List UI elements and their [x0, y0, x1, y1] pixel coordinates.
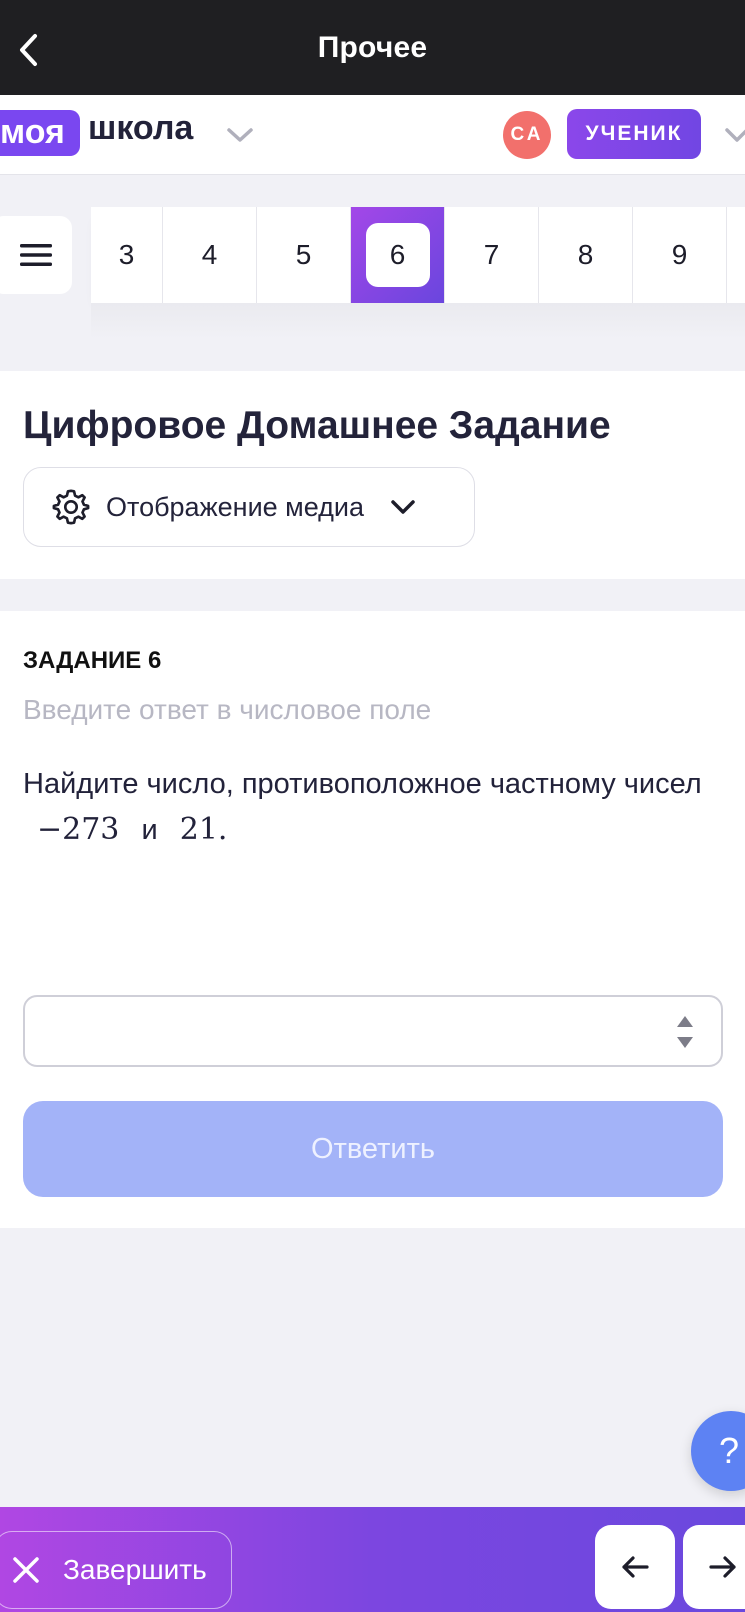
arrow-right-icon: [709, 1556, 736, 1578]
task-number-8[interactable]: 8: [539, 207, 633, 303]
finish-label: Завершить: [63, 1554, 207, 1585]
question-and: и: [141, 814, 158, 846]
answer-number-field[interactable]: [23, 995, 723, 1067]
task-number-3[interactable]: 3: [91, 207, 163, 303]
task-number-5[interactable]: 5: [257, 207, 351, 303]
logo-word: школа: [88, 109, 194, 147]
page-title: Прочее: [317, 31, 428, 64]
previous-task-button[interactable]: [595, 1525, 675, 1609]
task-card: ЗАДАНИЕ 6 Введите ответ в числовое поле …: [0, 611, 745, 1228]
answer-input[interactable]: [25, 997, 665, 1065]
submit-answer-button[interactable]: Ответить: [23, 1101, 723, 1197]
hamburger-icon: [20, 244, 52, 266]
role-button[interactable]: УЧЕНИК: [567, 109, 701, 159]
strip-shadow: [91, 303, 745, 339]
help-button[interactable]: ?: [691, 1411, 745, 1491]
task-number-9[interactable]: 9: [633, 207, 727, 303]
chevron-down-icon[interactable]: [226, 125, 254, 145]
chevron-down-icon: [391, 500, 415, 514]
finish-button[interactable]: Завершить: [0, 1531, 232, 1609]
stepper-arrows-icon[interactable]: [675, 1013, 695, 1051]
task-question: Найдите число, противоположное частному …: [23, 761, 703, 853]
media-display-dropdown[interactable]: Отображение медиа: [23, 467, 475, 547]
close-icon: [13, 1557, 39, 1583]
app-screen: Прочее моя школа СА УЧЕНИК 3 4 5 6 7 8 9…: [0, 0, 745, 1612]
math-value-2: 21.: [179, 812, 228, 847]
task-hint: Введите ответ в числовое поле: [23, 694, 432, 725]
task-number-6-active[interactable]: 6: [351, 207, 445, 303]
homework-header-card: Цифровое Домашнее Задание Отображение ме…: [0, 371, 745, 579]
gear-icon: [52, 489, 90, 525]
question-text: Найдите число, противоположное частному …: [23, 768, 702, 800]
arrow-left-icon: [622, 1556, 649, 1578]
next-task-button[interactable]: [683, 1525, 745, 1609]
bottom-action-bar: Завершить: [0, 1507, 745, 1612]
task-number-strip: 3 4 5 6 7 8 9: [91, 207, 745, 303]
logo-pill: моя: [0, 110, 80, 156]
task-label: ЗАДАНИЕ 6: [23, 647, 162, 674]
task-number-7[interactable]: 7: [445, 207, 539, 303]
homework-title: Цифровое Домашнее Задание: [23, 404, 611, 447]
avatar[interactable]: СА: [503, 111, 551, 159]
menu-button[interactable]: [0, 216, 72, 294]
brand-header: моя школа СА УЧЕНИК: [0, 95, 745, 175]
math-value-1: −273: [37, 812, 120, 847]
chevron-down-icon[interactable]: [724, 125, 745, 145]
media-display-label: Отображение медиа: [106, 491, 365, 522]
top-bar: Прочее: [0, 0, 745, 95]
task-number-4[interactable]: 4: [163, 207, 257, 303]
